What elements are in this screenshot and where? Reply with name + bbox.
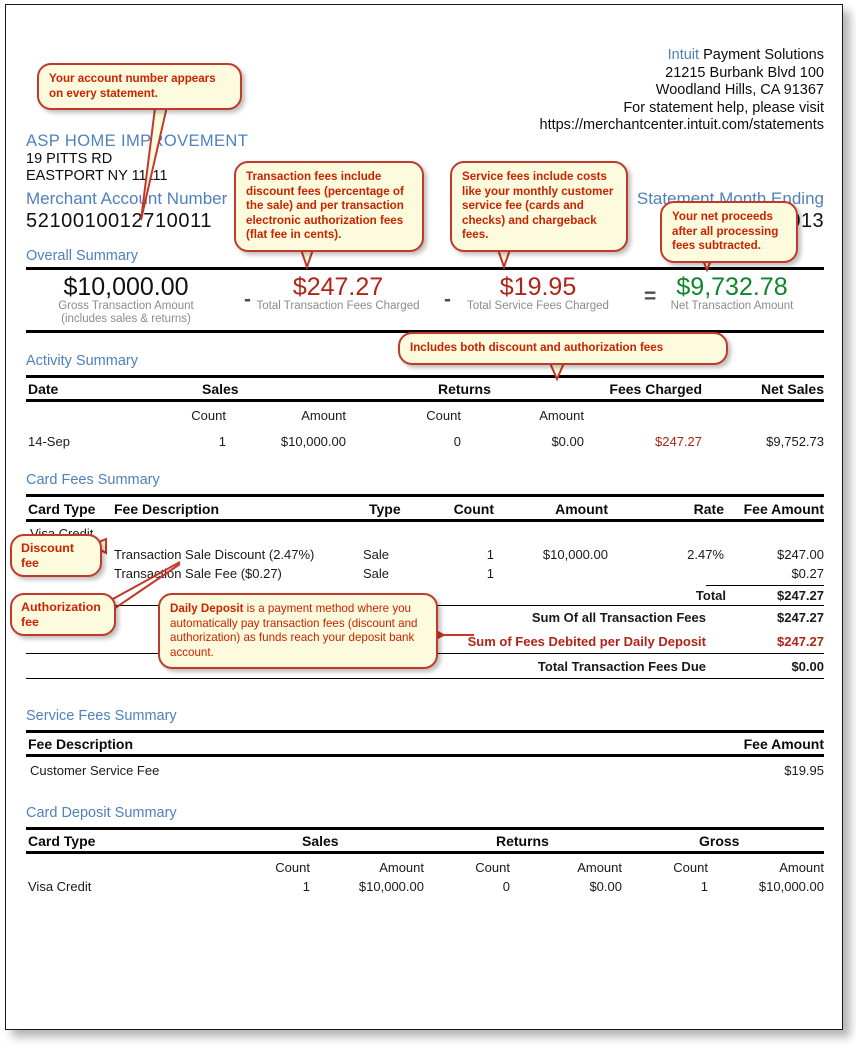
section-title-card-deposit-summary: Card Deposit Summary bbox=[26, 805, 177, 821]
issuer-address-line1: 21215 Burbank Blvd 100 bbox=[665, 64, 824, 81]
issuer-brand: Intuit bbox=[667, 47, 700, 63]
issuer-help-url[interactable]: https://merchantcenter.intuit.com/statem… bbox=[540, 117, 825, 135]
merchant-account-number-value: 5210010012710011 bbox=[26, 210, 213, 232]
callout-daily-deposit: Daily Deposit is a payment method where … bbox=[158, 593, 438, 670]
cardfees-row0-description: Transaction Sale Discount (2.47%) bbox=[114, 547, 315, 562]
merchant-address-line2: EASTPORT NY 11111 bbox=[26, 168, 168, 184]
overall-service-fees-amount: $19.95 bbox=[499, 273, 577, 301]
cardfees-row1-count: 1 bbox=[486, 566, 494, 581]
carddeposit-subheader-gross-amount: Amount bbox=[779, 860, 824, 875]
activity-header-date: Date bbox=[28, 381, 59, 397]
callout-account-number: Your account number appears on every sta… bbox=[37, 63, 242, 111]
cardfees-summary-0-value: $247.27 bbox=[777, 610, 824, 625]
overall-gross-amount: $10,000.00 bbox=[63, 273, 189, 301]
overall-gross-label-line1: Gross Transaction Amount bbox=[58, 300, 194, 312]
carddeposit-subheader-returns-count: Count bbox=[475, 860, 510, 875]
issuer-brand-rest: Payment Solutions bbox=[699, 47, 824, 63]
callout-net-proceeds: Your net proceeds after all processing f… bbox=[660, 201, 798, 263]
cardfees-row1-description: Transaction Sale Fee ($0.27) bbox=[114, 566, 282, 581]
activity-row-sales-count: 1 bbox=[218, 434, 226, 449]
overall-transaction-fees-label: Total Transaction Fees Charged bbox=[256, 300, 420, 312]
carddeposit-header-card-type: Card Type bbox=[28, 833, 96, 849]
servicefees-rule-top bbox=[26, 730, 824, 733]
activity-header-returns: Returns bbox=[438, 381, 491, 397]
activity-subheader-sales-amount: Amount bbox=[301, 408, 346, 423]
statement-sheet: Intuit Payment Solutions 21215 Burbank B… bbox=[5, 4, 843, 1030]
overall-gross-label-line2: (includes sales & returns) bbox=[61, 313, 191, 325]
cardfees-header-amount: Amount bbox=[555, 501, 608, 517]
merchant-account-number-label: Merchant Account Number bbox=[26, 189, 228, 208]
callout-fees-charged: Includes both discount and authorization… bbox=[398, 332, 728, 365]
cardfees-summary-1-value: $247.27 bbox=[777, 634, 824, 649]
callout-discount-fee: Discount fee bbox=[10, 534, 102, 578]
cardfees-total-rule-top bbox=[706, 585, 824, 586]
servicefees-row0-amount: $19.95 bbox=[784, 763, 824, 778]
callout-authorization-fee: Authorization fee bbox=[10, 593, 116, 637]
merchant-address-line1: 19 PITTS RD bbox=[26, 151, 113, 167]
cardfees-row0-fee-amount: $247.00 bbox=[777, 547, 824, 562]
activity-row-sales-amount: $10,000.00 bbox=[280, 434, 346, 449]
overall-service-fees-label: Total Service Fees Charged bbox=[467, 300, 609, 312]
servicefees-header-description: Fee Description bbox=[28, 736, 134, 752]
overall-net-label: Net Transaction Amount bbox=[670, 300, 794, 312]
carddeposit-row0-gross-amount: $10,000.00 bbox=[758, 879, 824, 894]
callout-leader-lines bbox=[89, 98, 720, 643]
carddeposit-row0-sales-count: 1 bbox=[302, 879, 310, 894]
servicefees-rule-under-headers bbox=[26, 754, 824, 757]
activity-rule-top bbox=[26, 375, 824, 378]
issuer-name: Intuit Payment Solutions bbox=[540, 47, 824, 65]
carddeposit-subheader-sales-count: Count bbox=[275, 860, 310, 875]
carddeposit-subheader-gross-count: Count bbox=[673, 860, 708, 875]
activity-row-date: 14-Sep bbox=[28, 434, 70, 449]
cardfees-header-card-type: Card Type bbox=[28, 501, 96, 517]
cardfees-rule-bottom bbox=[26, 678, 824, 679]
merchant-name: ASP HOME IMPROVEMENT bbox=[26, 132, 249, 150]
activity-row-returns-count: 0 bbox=[453, 434, 461, 449]
carddeposit-row0-returns-count: 0 bbox=[502, 879, 510, 894]
issuer-address-line2: Woodland Hills, CA 91367 bbox=[655, 82, 824, 98]
callout-daily-deposit-bold: Daily Deposit bbox=[170, 602, 244, 615]
callout-service-fees: Service fees include costs like your mon… bbox=[450, 161, 628, 252]
statement-page: Intuit Payment Solutions 21215 Burbank B… bbox=[0, 0, 856, 1050]
statement-content: Intuit Payment Solutions 21215 Burbank B… bbox=[6, 5, 842, 1029]
section-title-card-fees-summary: Card Fees Summary bbox=[26, 472, 160, 488]
carddeposit-row0-card-type: Visa Credit bbox=[28, 879, 92, 894]
section-title-overall-summary: Overall Summary bbox=[26, 248, 138, 264]
cardfees-rule-top bbox=[26, 494, 824, 497]
activity-header-net-sales: Net Sales bbox=[760, 381, 824, 397]
callout-transaction-fees: Transaction fees include discount fees (… bbox=[234, 161, 424, 252]
carddeposit-header-gross: Gross bbox=[699, 833, 740, 849]
issuer-help-text: For statement help, please visit bbox=[623, 99, 824, 116]
cardfees-header-fee-description: Fee Description bbox=[114, 501, 220, 517]
cardfees-row0-count: 1 bbox=[486, 547, 494, 562]
cardfees-total-value: $247.27 bbox=[777, 588, 824, 603]
carddeposit-rule-under-headers bbox=[26, 851, 824, 854]
servicefees-header-amount: Fee Amount bbox=[743, 736, 824, 752]
cardfees-row0-amount: $10,000.00 bbox=[542, 547, 608, 562]
overall-transaction-fees-amount: $247.27 bbox=[292, 273, 384, 301]
carddeposit-row0-gross-count: 1 bbox=[700, 879, 708, 894]
carddeposit-rule-top bbox=[26, 827, 824, 830]
activity-subheader-returns-amount: Amount bbox=[539, 408, 584, 423]
carddeposit-header-returns: Returns bbox=[496, 833, 549, 849]
cardfees-header-fee-amount: Fee Amount bbox=[743, 501, 824, 517]
servicefees-row0-description: Customer Service Fee bbox=[30, 763, 160, 778]
cardfees-rule-under-headers bbox=[26, 519, 824, 522]
activity-row-fees-charged: $247.27 bbox=[655, 434, 702, 449]
activity-subheader-returns-count: Count bbox=[426, 408, 461, 423]
activity-row-net-sales: $9,752.73 bbox=[766, 434, 824, 449]
section-title-activity-summary: Activity Summary bbox=[26, 353, 138, 369]
overall-summary-rule-top bbox=[26, 267, 824, 270]
activity-header-sales: Sales bbox=[202, 381, 239, 397]
cardfees-summary-2-value: $0.00 bbox=[791, 659, 824, 674]
cardfees-header-count: Count bbox=[453, 501, 494, 517]
section-title-service-fees-summary: Service Fees Summary bbox=[26, 708, 177, 724]
activity-rule-under-headers bbox=[26, 399, 824, 402]
carddeposit-header-sales: Sales bbox=[302, 833, 339, 849]
activity-subheader-sales-count: Count bbox=[191, 408, 226, 423]
cardfees-row1-fee-amount: $0.27 bbox=[791, 566, 824, 581]
overall-net-amount: $9,732.78 bbox=[676, 273, 788, 301]
issuer-block: Intuit Payment Solutions 21215 Burbank B… bbox=[540, 47, 825, 135]
